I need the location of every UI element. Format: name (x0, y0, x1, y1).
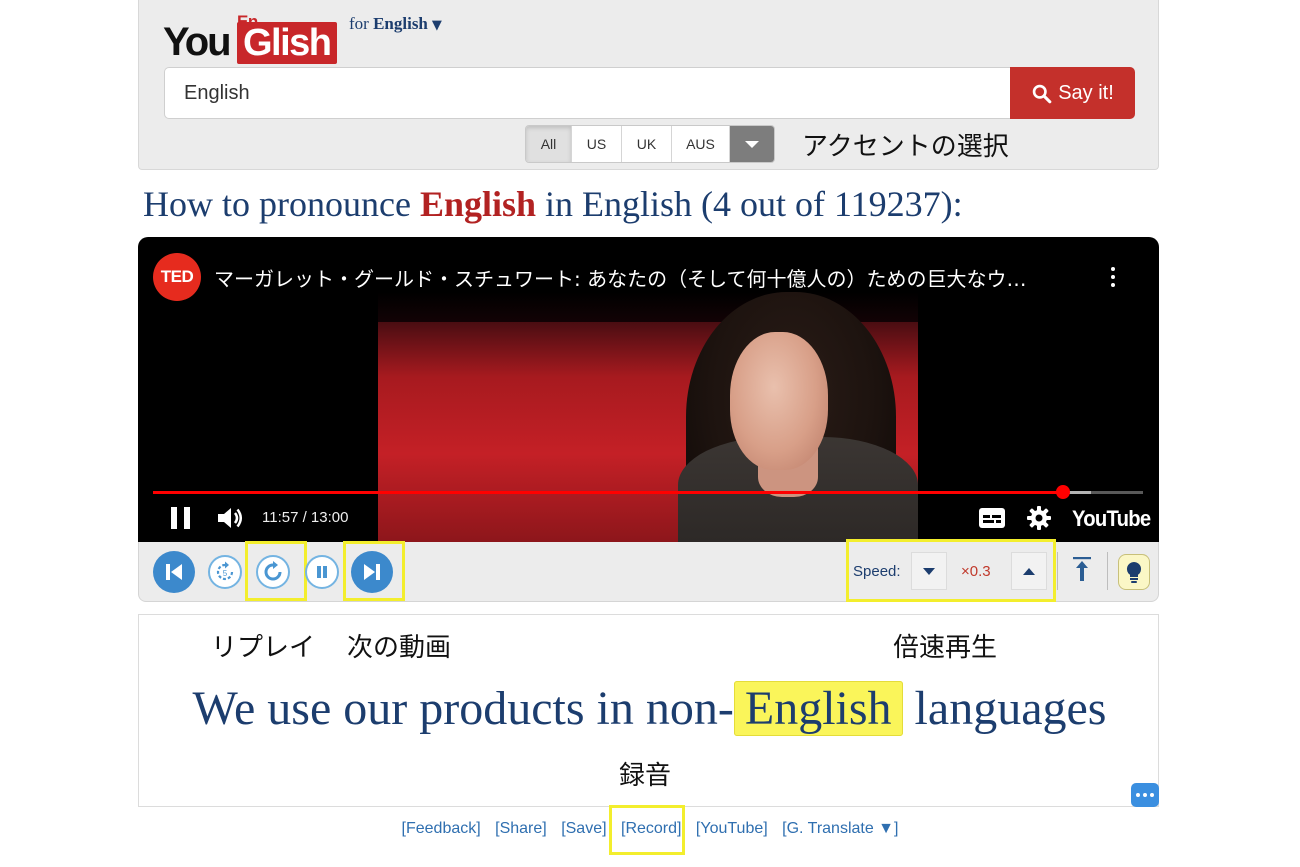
language-prefix: for (349, 14, 369, 33)
save-link[interactable]: [Save] (561, 820, 606, 837)
previous-icon (166, 564, 182, 580)
speaker-face (730, 332, 828, 470)
volume-icon[interactable] (216, 505, 244, 531)
accent-uk-button[interactable]: UK (622, 126, 672, 162)
say-it-button[interactable]: Say it! (1010, 67, 1135, 119)
accent-all-button[interactable]: All (526, 126, 572, 162)
annotation-box-speed (846, 539, 1056, 602)
scroll-top-icon[interactable] (1072, 556, 1092, 582)
caret-down-icon (745, 140, 759, 148)
title-suffix: in English (4 out of 119237): (545, 184, 963, 224)
playback-control-bar: 5 Speed: ×0.3 (138, 539, 1159, 602)
annotation-accent: アクセントの選択 (802, 132, 1009, 162)
annotation-record: 録音 (619, 761, 672, 791)
divider (1107, 552, 1108, 590)
caption-highlight[interactable]: English (733, 681, 903, 736)
progress-played (153, 491, 1063, 494)
title-prefix: How to pronounce (143, 184, 411, 224)
search-header: You Glish En for English▼ Say it! All US… (138, 0, 1159, 170)
logo-en-text: En (237, 12, 258, 31)
pause-icon (317, 566, 327, 578)
title-word: English (419, 184, 537, 224)
search-input[interactable] (164, 67, 1010, 119)
caption-before: We use our products in non- (192, 682, 734, 735)
previous-video-button[interactable] (153, 551, 195, 593)
video-time: 11:57 / 13:00 (262, 509, 349, 526)
accent-more-button[interactable] (730, 126, 774, 162)
page-title: How to pronounce English in English (4 o… (143, 183, 963, 225)
search-icon (1032, 84, 1052, 103)
annotation-box-replay (245, 541, 307, 601)
pause-button[interactable] (305, 555, 339, 589)
annotation-next-video: 次の動画 (347, 633, 452, 663)
back-5-seconds-button[interactable]: 5 (208, 555, 242, 589)
caption-after: languages (902, 682, 1107, 735)
more-options-icon[interactable] (1106, 264, 1120, 290)
annotation-replay: リプレイ (211, 633, 316, 663)
video-progress-bar[interactable] (153, 485, 1143, 499)
video-title[interactable]: マーガレット・グールド・スチュワート: あなたの（そして何十億人の）ための巨大な… (214, 263, 1094, 292)
divider (1057, 552, 1058, 590)
youtube-link[interactable]: [YouTube] (696, 820, 768, 837)
progress-scrubber[interactable] (1055, 485, 1070, 499)
annotation-box-record (609, 805, 685, 855)
say-it-label: Say it! (1058, 81, 1114, 104)
ted-channel-badge[interactable]: TED (153, 253, 201, 301)
youtube-logo[interactable]: YouTube (1072, 506, 1151, 532)
chat-icon[interactable] (1131, 783, 1159, 807)
subtitles-icon[interactable] (979, 508, 1005, 528)
youglish-logo[interactable]: You Glish En (163, 12, 353, 66)
language-selector[interactable]: for English ▼ (349, 14, 442, 34)
back-5s-icon: 5 (216, 561, 234, 581)
annotation-speed: 倍速再生 (893, 633, 998, 663)
youtube-pause-icon[interactable] (171, 507, 191, 529)
annotation-box-next (343, 541, 405, 601)
lightbulb-icon (1126, 561, 1142, 583)
accent-us-button[interactable]: US (572, 126, 622, 162)
feedback-link[interactable]: [Feedback] (402, 820, 481, 837)
caption-text[interactable]: We use our products in non- English langu… (147, 681, 1152, 736)
accent-selector: All US UK AUS (525, 125, 775, 163)
settings-gear-icon[interactable] (1026, 505, 1052, 531)
chevron-down-icon: ▼ (431, 18, 442, 33)
svg-text:5: 5 (223, 569, 228, 578)
tips-button[interactable] (1118, 554, 1150, 590)
translate-link[interactable]: [G. Translate ▼] (782, 820, 898, 837)
video-player[interactable]: TED マーガレット・グールド・スチュワート: あなたの（そして何十億人の）ため… (138, 237, 1159, 542)
logo-you-text: You (163, 20, 232, 64)
caption-panel: リプレイ 次の動画 倍速再生 We use our products in no… (138, 614, 1159, 807)
share-link[interactable]: [Share] (495, 820, 547, 837)
accent-aus-button[interactable]: AUS (672, 126, 730, 162)
language-label: English (373, 14, 428, 33)
